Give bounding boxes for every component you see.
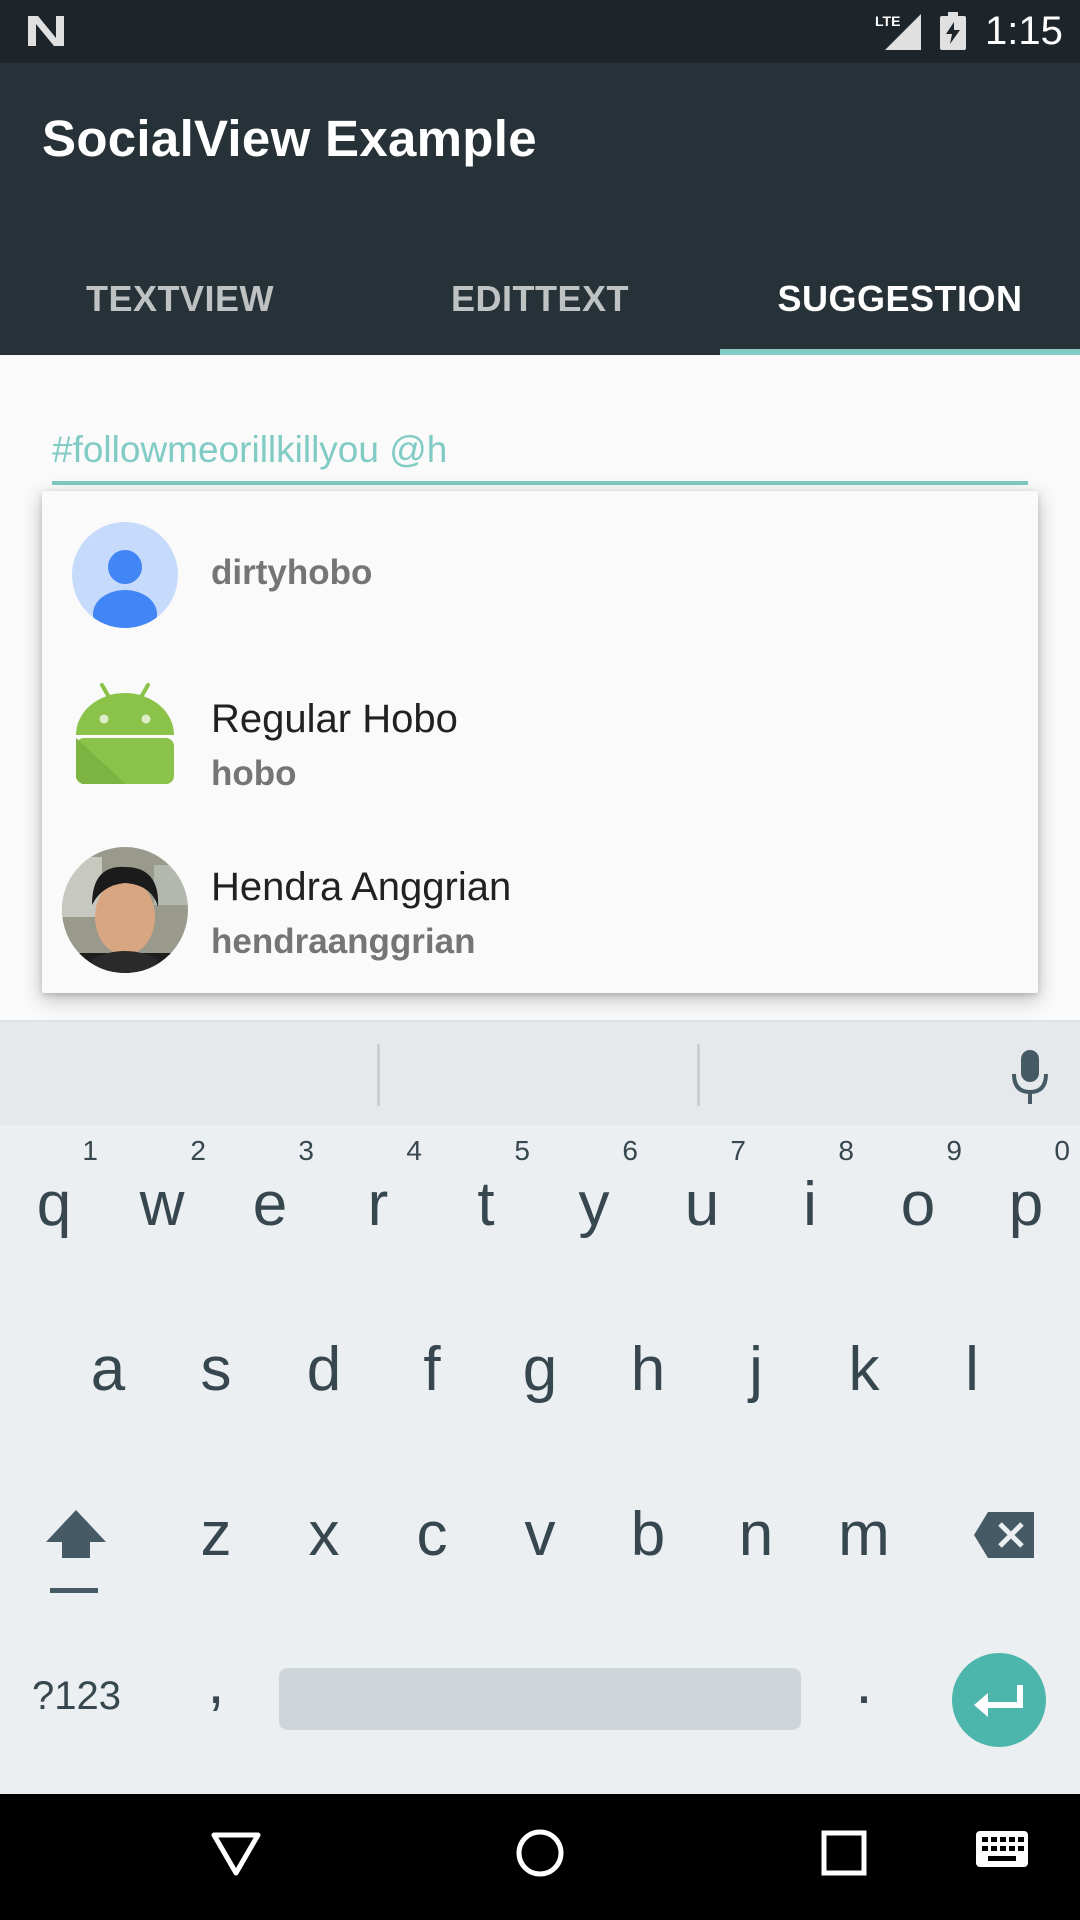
lte-signal-icon: LTE [875, 13, 921, 50]
keyboard-suggestion-strip [0, 1020, 1080, 1125]
android-robot-avatar [72, 681, 178, 791]
suggestion-username: hobo [211, 754, 297, 793]
key-q[interactable]: q1 [0, 1136, 108, 1240]
key-t[interactable]: t5 [432, 1136, 540, 1240]
suggestion-name: Regular Hobo [211, 697, 458, 741]
tab-bar: TEXTVIEW EDITTEXT SUGGESTION [0, 243, 1080, 355]
suggestion-popup: dirtyhobo Regular Hobo hobo Hendra Anggr… [42, 491, 1038, 993]
key-i[interactable]: i8 [756, 1136, 864, 1240]
key-z[interactable]: z [162, 1500, 270, 1570]
status-clock: 1:15 [985, 9, 1063, 53]
navigation-bar [0, 1794, 1080, 1920]
app-bar: SocialView Example TEXTVIEW EDITTEXT SUG… [0, 63, 1080, 355]
key-w[interactable]: w2 [108, 1136, 216, 1240]
recents-icon[interactable] [818, 1827, 870, 1879]
suggestion-divider [697, 1044, 700, 1106]
microphone-icon[interactable] [1010, 1048, 1050, 1106]
back-icon[interactable] [210, 1827, 262, 1879]
key-h[interactable]: h [594, 1335, 702, 1405]
spacebar[interactable] [279, 1668, 801, 1730]
suggestion-divider [377, 1044, 380, 1106]
key-f[interactable]: f [378, 1335, 486, 1405]
suggestion-username: hendraanggrian [211, 922, 476, 961]
home-icon[interactable] [514, 1827, 566, 1879]
social-edit-text-value: #followmeorillkillyou @h [52, 429, 448, 470]
key-r[interactable]: r4 [324, 1136, 432, 1240]
suggestion-item[interactable]: Hendra Anggrian hendraanggrian [42, 827, 1038, 995]
key-v[interactable]: v [486, 1500, 594, 1570]
key-x[interactable]: x [270, 1500, 378, 1570]
photo-avatar [62, 847, 188, 973]
backspace-icon[interactable] [972, 1510, 1036, 1560]
tab-edittext[interactable]: EDITTEXT [360, 243, 720, 355]
key-u[interactable]: u7 [648, 1136, 756, 1240]
key-j[interactable]: j [702, 1335, 810, 1405]
key-comma[interactable]: , [162, 1648, 270, 1718]
keyboard-switch-icon[interactable] [974, 1827, 1030, 1875]
symbols-key[interactable]: ?123 [32, 1666, 121, 1726]
key-g[interactable]: g [486, 1335, 594, 1405]
key-d[interactable]: d [270, 1335, 378, 1405]
suggestion-item[interactable]: dirtyhobo [42, 491, 1038, 659]
key-period[interactable]: . [810, 1648, 918, 1718]
suggestion-item[interactable]: Regular Hobo hobo [42, 659, 1038, 827]
tab-textview[interactable]: TEXTVIEW [0, 243, 360, 355]
key-a[interactable]: a [54, 1335, 162, 1405]
battery-icon [940, 12, 966, 50]
default-person-avatar [72, 522, 178, 628]
tab-suggestion[interactable]: SUGGESTION [720, 243, 1080, 355]
status-bar: LTE 1:15 [0, 0, 1080, 63]
android-n-logo-icon [28, 16, 64, 46]
enter-arrow-icon [974, 1685, 1023, 1717]
social-edit-text[interactable]: #followmeorillkillyou @h [52, 425, 1028, 485]
suggestion-username: dirtyhobo [211, 553, 373, 592]
svg-text:LTE: LTE [875, 13, 900, 29]
key-k[interactable]: k [810, 1335, 918, 1405]
app-title: SocialView Example [42, 110, 537, 167]
shift-icon[interactable] [44, 1508, 108, 1596]
key-n[interactable]: n [702, 1500, 810, 1570]
suggestion-name: Hendra Anggrian [211, 865, 512, 909]
key-o[interactable]: o9 [864, 1136, 972, 1240]
key-c[interactable]: c [378, 1500, 486, 1570]
key-s[interactable]: s [162, 1335, 270, 1405]
key-l[interactable]: l [918, 1335, 1026, 1405]
key-m[interactable]: m [810, 1500, 918, 1570]
soft-keyboard: q1 w2 e3 r4 t5 y6 u7 i8 o9 p0 a s d f g … [0, 1020, 1080, 1794]
enter-button[interactable] [952, 1653, 1046, 1747]
key-e[interactable]: e3 [216, 1136, 324, 1240]
key-p[interactable]: p0 [972, 1136, 1080, 1240]
key-y[interactable]: y6 [540, 1136, 648, 1240]
key-b[interactable]: b [594, 1500, 702, 1570]
